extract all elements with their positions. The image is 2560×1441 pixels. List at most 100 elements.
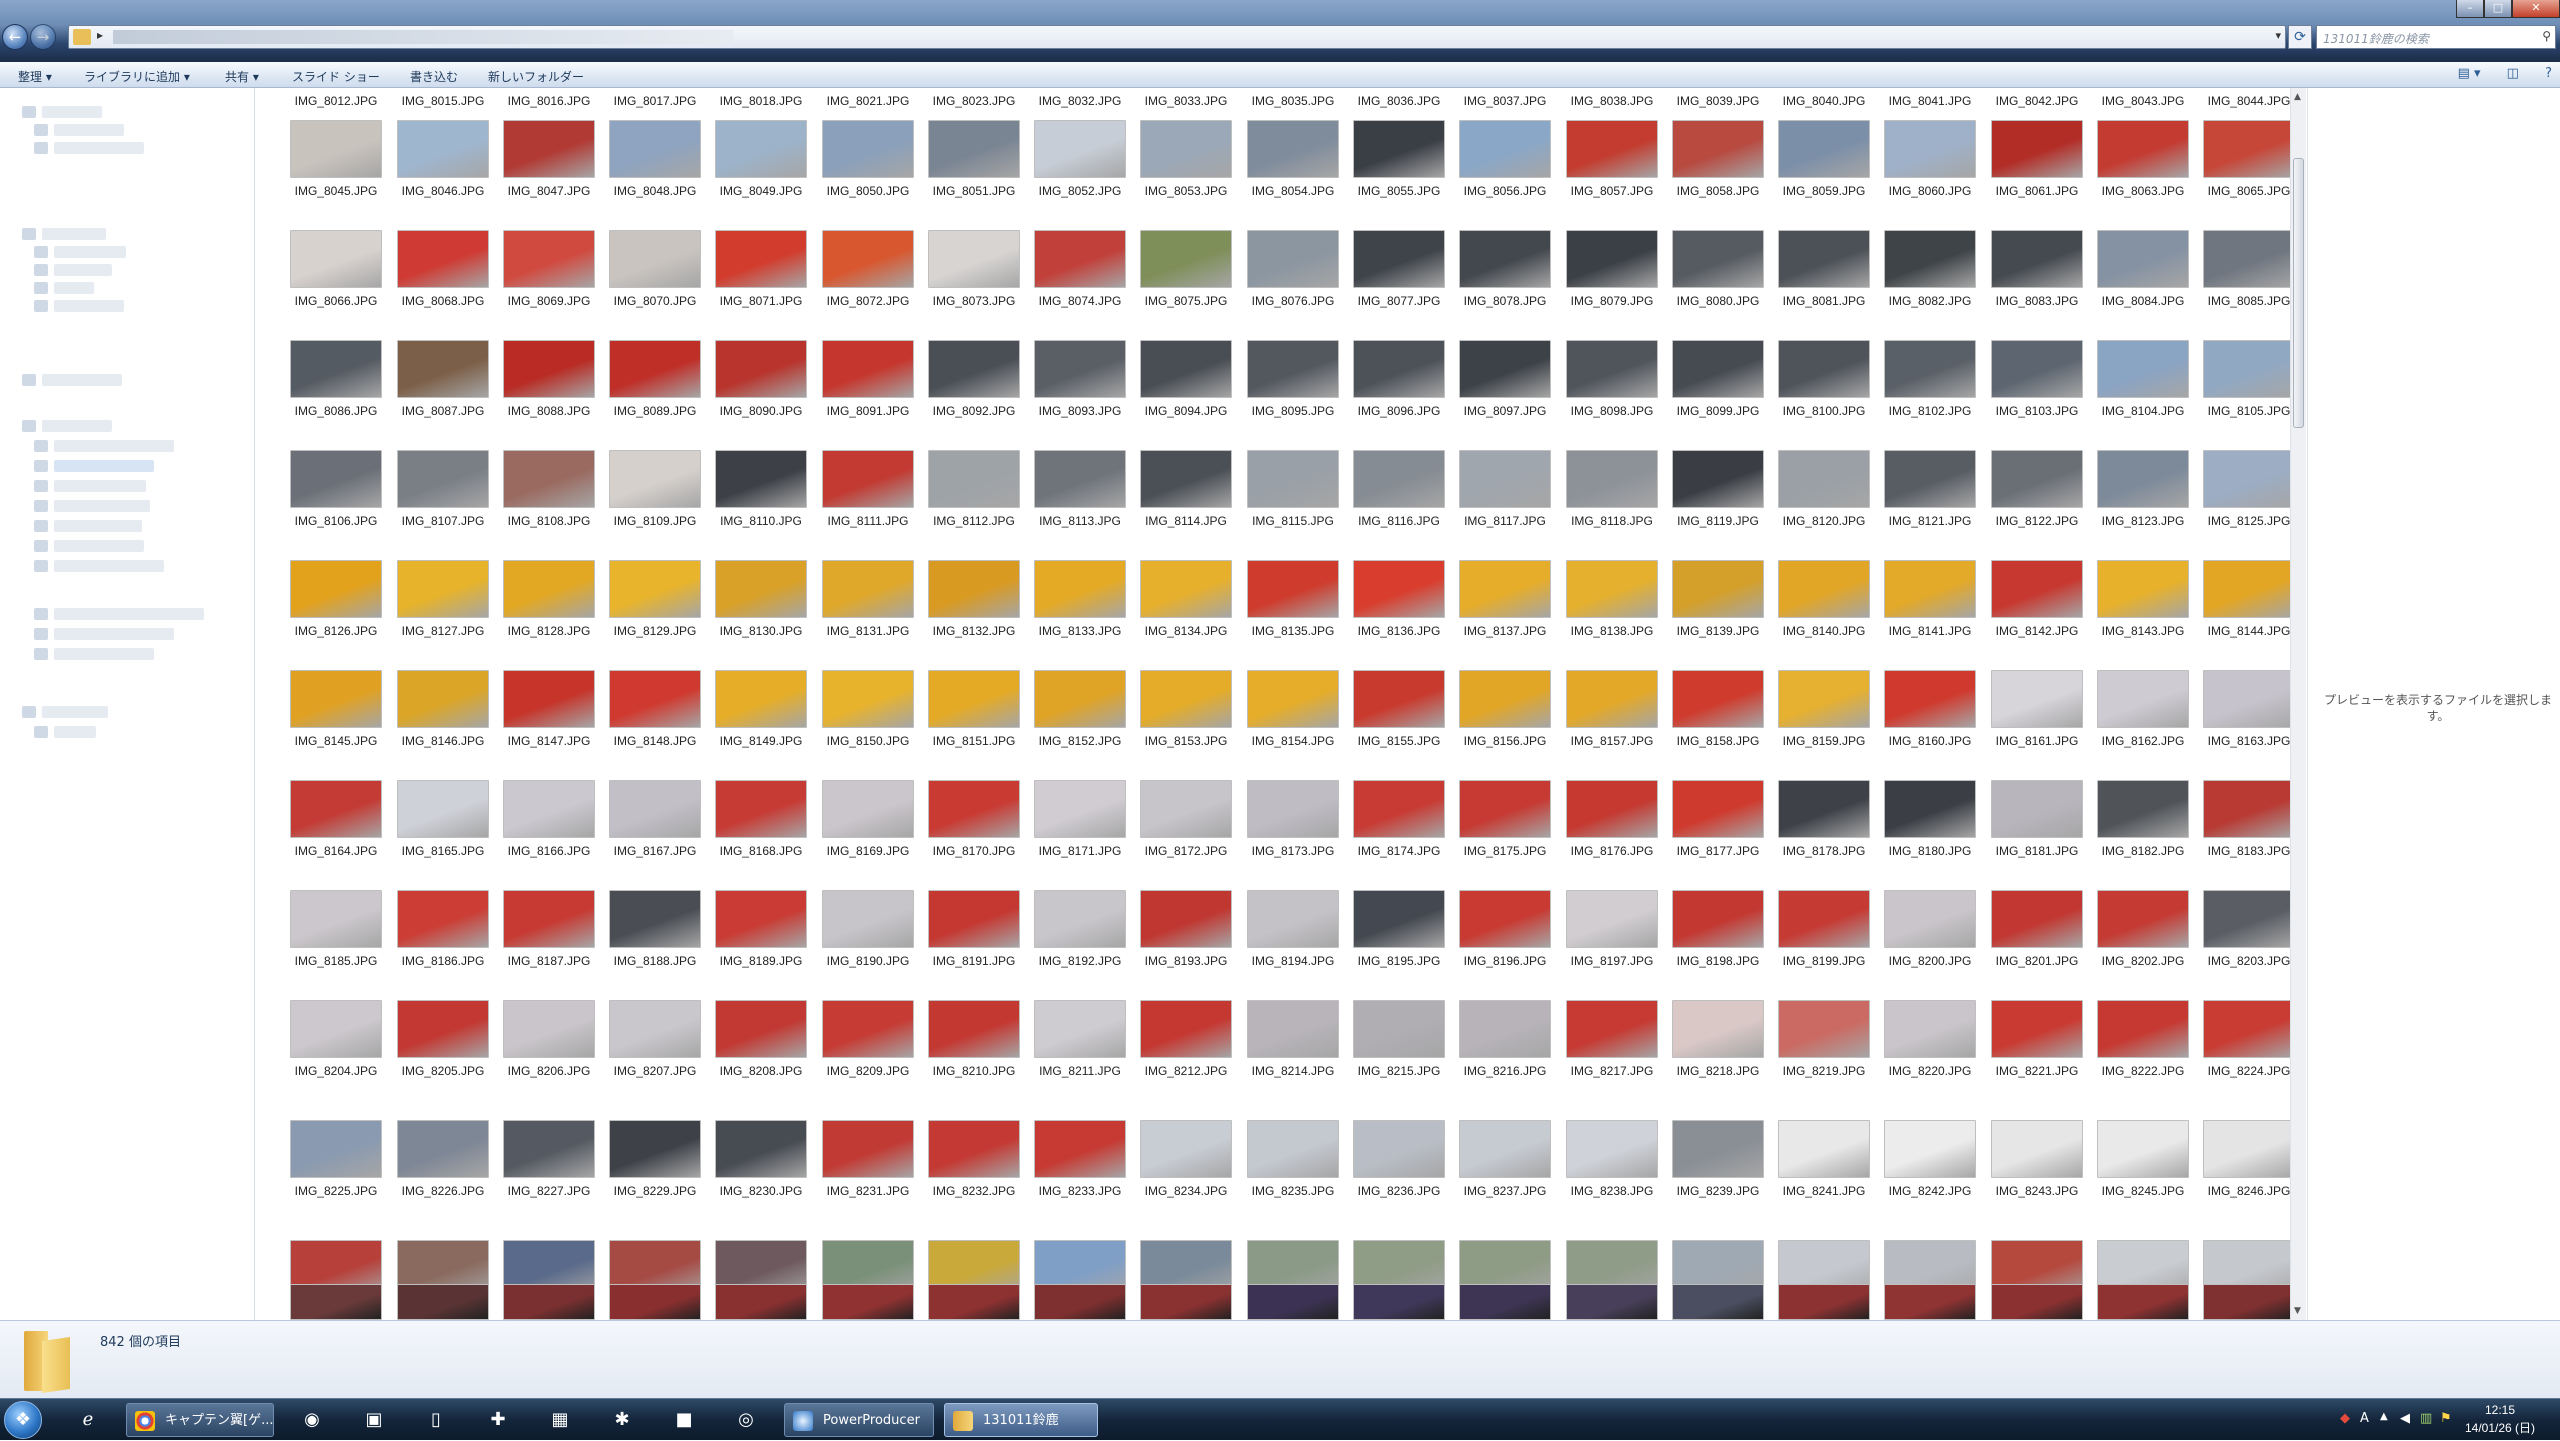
photo-thumbnail[interactable] [609, 230, 701, 288]
photo-thumbnail[interactable] [1884, 120, 1976, 178]
photo-thumbnail[interactable] [397, 890, 489, 948]
photo-thumbnail[interactable] [609, 560, 701, 618]
photo-thumbnail[interactable] [2203, 1000, 2290, 1058]
photo-thumbnail[interactable] [1353, 120, 1445, 178]
photo-thumbnail[interactable] [503, 1120, 595, 1178]
photo-thumbnail[interactable] [1991, 1284, 2083, 1320]
photo-thumbnail[interactable] [1566, 1120, 1658, 1178]
nav-item[interactable] [54, 124, 124, 136]
file-manager-icon[interactable]: ▣ [350, 1403, 398, 1437]
share-button[interactable]: 共有 ▾ [225, 68, 259, 85]
photo-thumbnail[interactable] [1247, 780, 1339, 838]
address-bar[interactable]: ▸ ▾ [68, 25, 2286, 49]
photo-thumbnail[interactable] [609, 120, 701, 178]
photo-thumbnail[interactable] [1459, 120, 1551, 178]
photo-thumbnail[interactable] [1140, 560, 1232, 618]
add-to-library-button[interactable]: ライブラリに追加 ▾ [84, 68, 190, 85]
new-folder-button[interactable]: 新しいフォルダー [488, 68, 584, 85]
photo-thumbnail[interactable] [1353, 1284, 1445, 1320]
photo-thumbnail[interactable] [290, 340, 382, 398]
close-icon[interactable]: ✕ [2512, 0, 2560, 18]
photo-thumbnail[interactable] [1247, 670, 1339, 728]
photo-thumbnail[interactable] [290, 890, 382, 948]
photo-thumbnail[interactable] [1566, 890, 1658, 948]
photo-thumbnail[interactable] [1034, 890, 1126, 948]
photo-thumbnail[interactable] [397, 450, 489, 508]
photo-thumbnail[interactable] [1672, 450, 1764, 508]
photo-thumbnail[interactable] [1353, 340, 1445, 398]
photo-thumbnail[interactable] [503, 340, 595, 398]
photo-thumbnail[interactable] [1353, 450, 1445, 508]
taskbar-chrome[interactable]: キャプテン翼[ゲ... [126, 1403, 274, 1437]
photo-thumbnail[interactable] [1672, 1120, 1764, 1178]
photo-thumbnail[interactable] [715, 670, 807, 728]
maximize-icon[interactable]: □ [2484, 0, 2512, 18]
photo-thumbnail[interactable] [822, 670, 914, 728]
scroll-thumb[interactable] [2293, 158, 2304, 428]
photo-thumbnail[interactable] [822, 1284, 914, 1320]
photo-thumbnail[interactable] [1247, 1284, 1339, 1320]
vix-icon[interactable]: ✚ [474, 1403, 522, 1437]
photo-thumbnail[interactable] [1247, 1000, 1339, 1058]
calculator-icon[interactable]: ▦ [536, 1403, 584, 1437]
photo-thumbnail[interactable] [1566, 230, 1658, 288]
photo-thumbnail[interactable] [1566, 340, 1658, 398]
nav-item[interactable] [54, 540, 144, 552]
photo-thumbnail[interactable] [1247, 890, 1339, 948]
photo-thumbnail[interactable] [2097, 1120, 2189, 1178]
photo-thumbnail[interactable] [397, 1000, 489, 1058]
preview-pane-icon[interactable]: ◫ [2507, 66, 2519, 81]
photo-thumbnail[interactable] [1566, 1284, 1658, 1320]
slideshow-button[interactable]: スライド ショー [292, 68, 380, 85]
photo-thumbnail[interactable] [1353, 890, 1445, 948]
scroll-down-icon[interactable]: ▼ [2294, 1306, 2301, 1316]
photo-thumbnail[interactable] [290, 1000, 382, 1058]
photo-thumbnail[interactable] [1566, 450, 1658, 508]
nav-item[interactable] [54, 142, 144, 154]
photo-thumbnail[interactable] [1459, 1000, 1551, 1058]
photo-thumbnail[interactable] [290, 670, 382, 728]
photo-thumbnail[interactable] [1034, 1000, 1126, 1058]
photo-thumbnail[interactable] [609, 1284, 701, 1320]
photo-thumbnail[interactable] [1034, 120, 1126, 178]
photo-thumbnail[interactable] [1991, 230, 2083, 288]
photo-thumbnail[interactable] [1247, 230, 1339, 288]
photo-thumbnail[interactable] [2097, 450, 2189, 508]
photo-thumbnail[interactable] [503, 1000, 595, 1058]
chevron-down-icon[interactable]: ▾ [2275, 29, 2281, 42]
photo-thumbnail[interactable] [1884, 340, 1976, 398]
breadcrumb[interactable] [113, 30, 733, 44]
photo-thumbnail[interactable] [1140, 890, 1232, 948]
network-tool-icon[interactable]: ✱ [598, 1403, 646, 1437]
photo-thumbnail[interactable] [715, 780, 807, 838]
photo-thumbnail[interactable] [715, 1120, 807, 1178]
photo-thumbnail[interactable] [503, 890, 595, 948]
nav-item-selected[interactable] [54, 460, 154, 472]
burn-button[interactable]: 書き込む [410, 68, 458, 85]
nav-item[interactable] [54, 608, 204, 620]
start-button[interactable]: ❖ [4, 1401, 42, 1439]
photo-thumbnail[interactable] [397, 230, 489, 288]
nav-item[interactable] [42, 706, 108, 718]
photo-thumbnail[interactable] [1778, 450, 1870, 508]
photo-thumbnail[interactable] [1884, 560, 1976, 618]
photo-thumbnail[interactable] [397, 1120, 489, 1178]
photo-thumbnail[interactable] [822, 1000, 914, 1058]
photo-thumbnail[interactable] [503, 560, 595, 618]
photo-thumbnail[interactable] [290, 560, 382, 618]
photo-thumbnail[interactable] [715, 890, 807, 948]
photo-thumbnail[interactable] [1884, 1284, 1976, 1320]
media-player-icon[interactable]: ◉ [288, 1403, 336, 1437]
photo-thumbnail[interactable] [1778, 670, 1870, 728]
photo-thumbnail[interactable] [928, 670, 1020, 728]
photo-thumbnail[interactable] [715, 1284, 807, 1320]
photo-thumbnail[interactable] [1353, 230, 1445, 288]
photo-thumbnail[interactable] [1778, 780, 1870, 838]
photo-thumbnail[interactable] [1991, 780, 2083, 838]
photo-thumbnail[interactable] [609, 1000, 701, 1058]
photo-thumbnail[interactable] [1034, 1284, 1126, 1320]
photo-thumbnail[interactable] [1247, 340, 1339, 398]
photo-thumbnail[interactable] [1247, 450, 1339, 508]
photo-thumbnail[interactable] [2097, 780, 2189, 838]
internet-explorer-icon[interactable]: ℯ [64, 1403, 112, 1437]
